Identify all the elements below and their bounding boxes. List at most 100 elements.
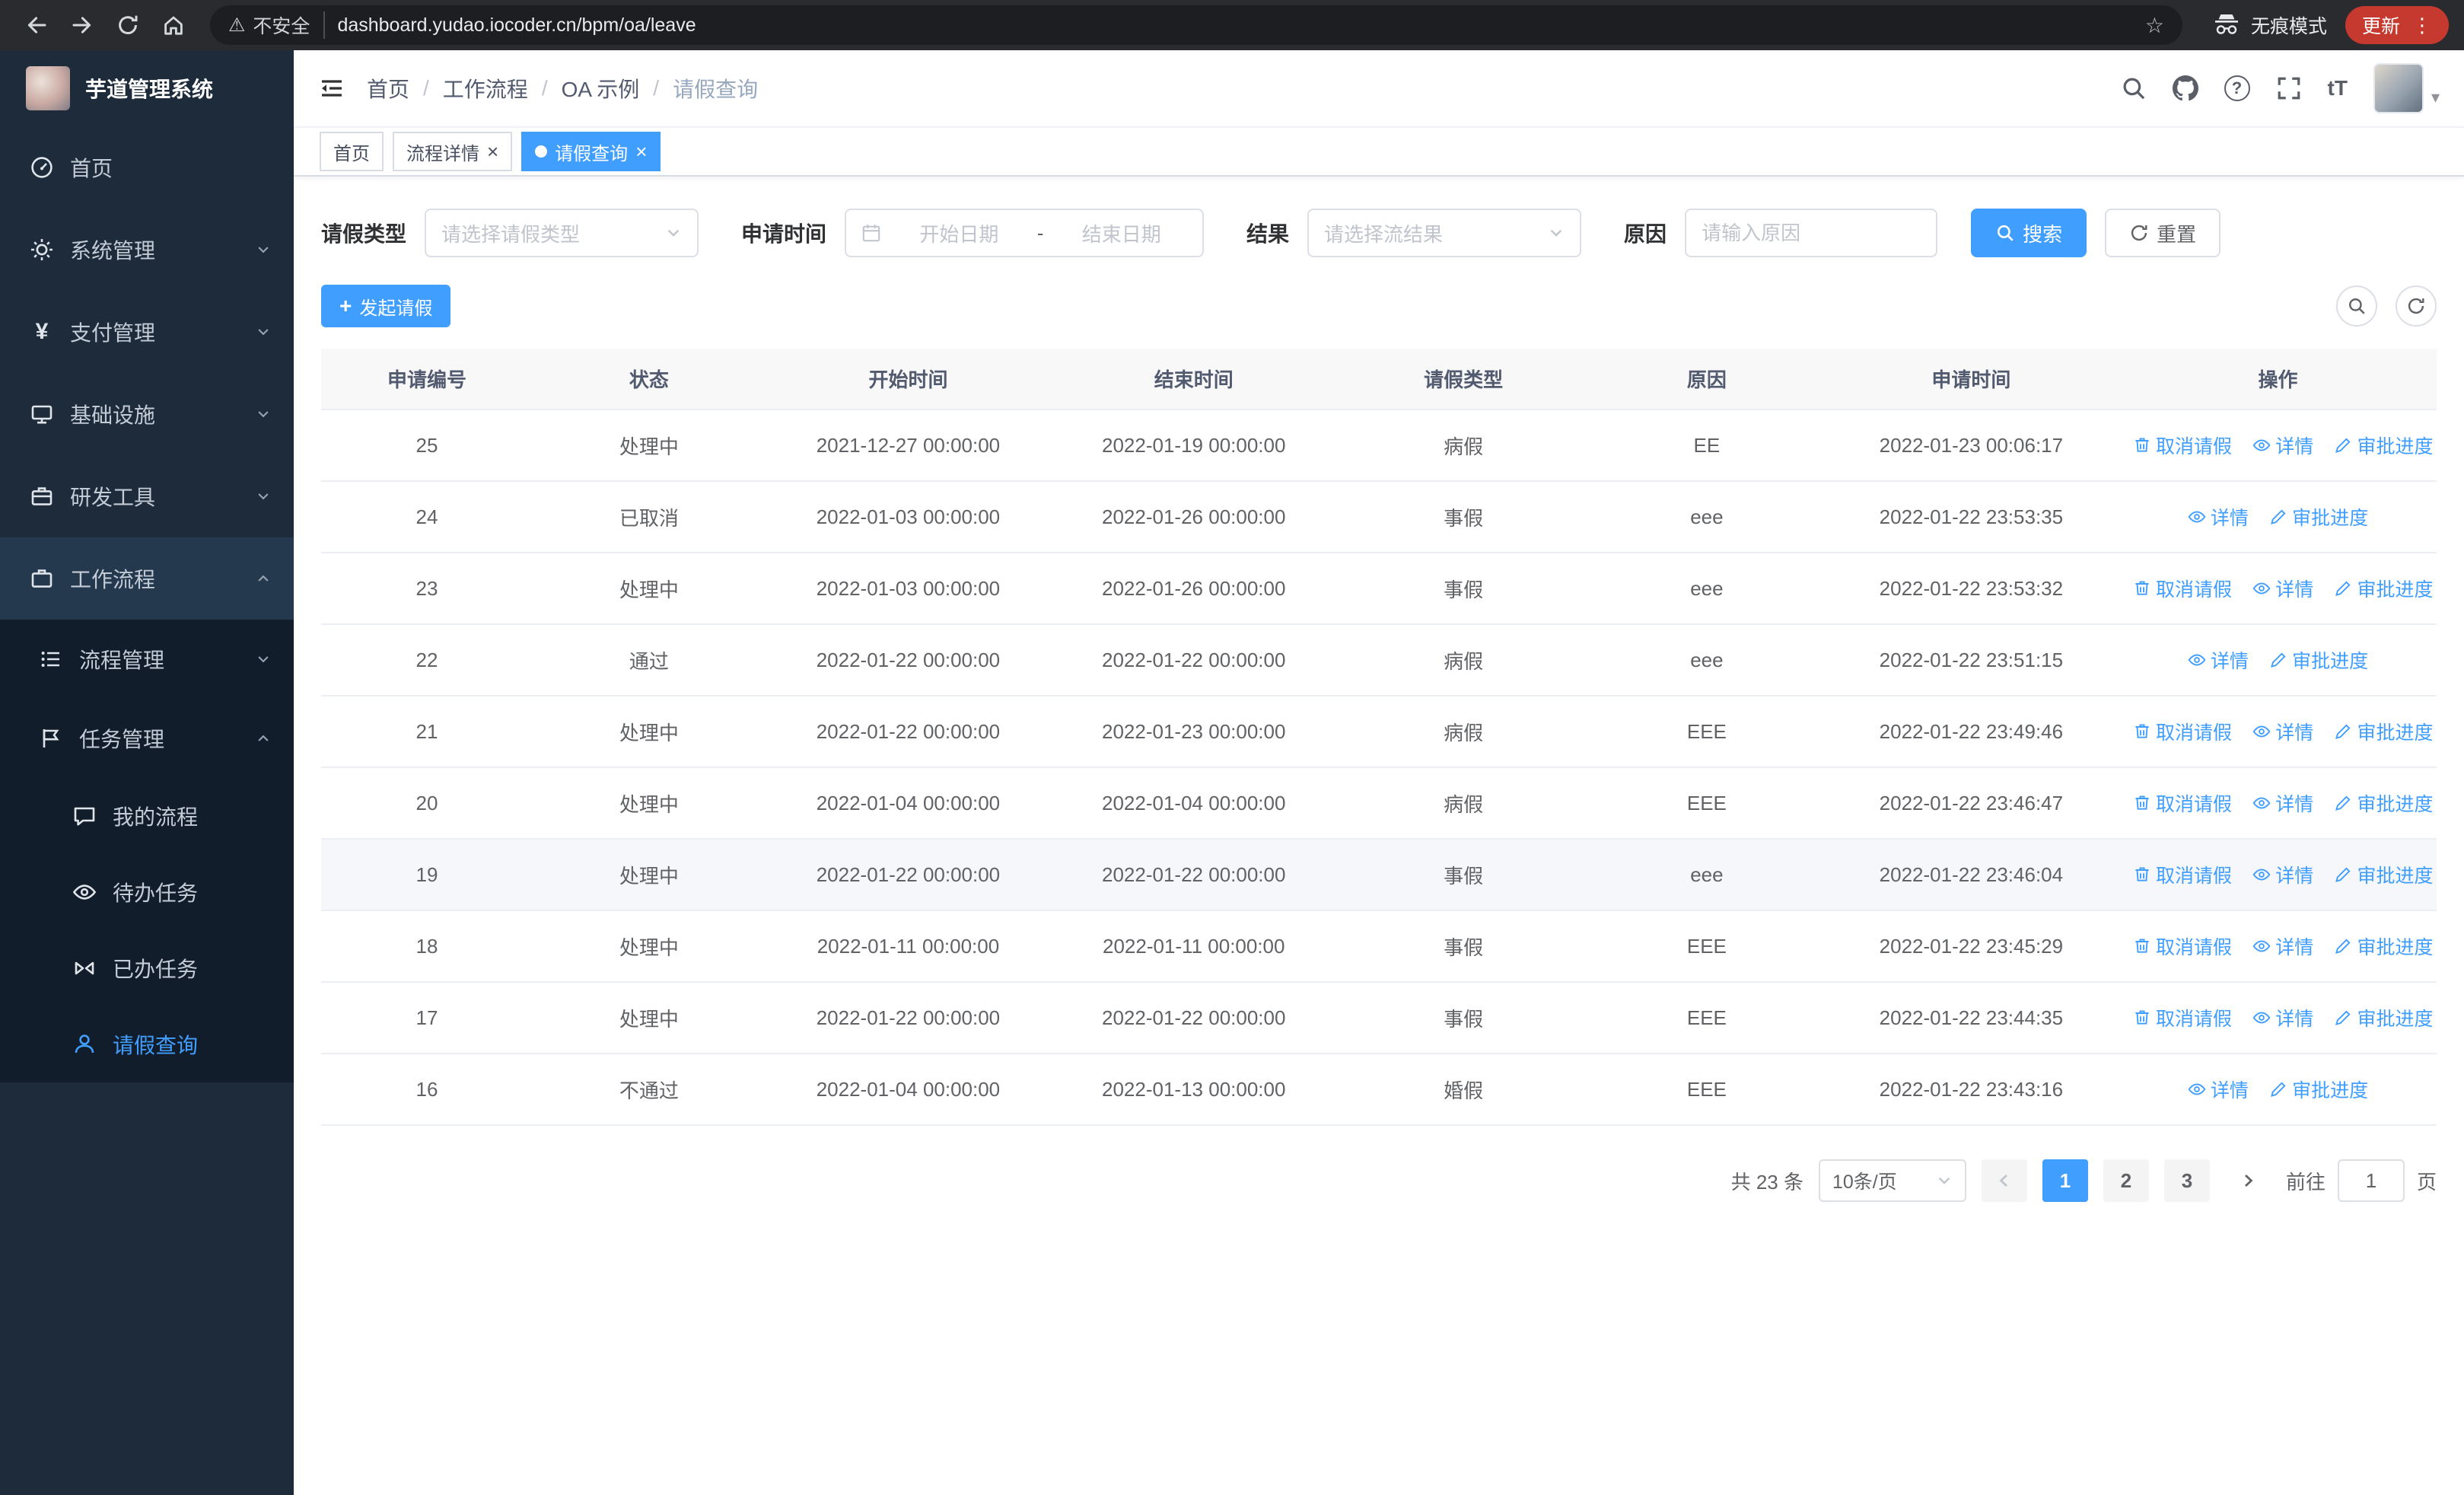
security-indicator[interactable]: ⚠ 不安全 — [228, 11, 326, 39]
cell-actions: 详情 审批进度 — [2119, 1054, 2437, 1126]
detail-link[interactable]: 详情 — [2252, 718, 2313, 745]
leave-type-select[interactable]: 请选择请假类型 — [425, 209, 699, 257]
sidebar-item-dev-tools[interactable]: 研发工具 — [0, 455, 294, 537]
toolbar-right-icons — [2336, 285, 2437, 327]
cancel-leave-link[interactable]: 取消请假 — [2133, 789, 2232, 817]
apply-time-label: 申请时间 — [741, 222, 827, 246]
sidebar-collapse-button[interactable] — [318, 75, 345, 102]
tab-process-detail[interactable]: 流程详情 × — [393, 132, 513, 171]
sidebar-item-my-process[interactable]: 我的流程 — [0, 778, 294, 854]
detail-link[interactable]: 详情 — [2252, 1004, 2313, 1031]
help-icon[interactable]: ? — [2224, 75, 2250, 101]
search-icon[interactable] — [2121, 75, 2147, 101]
trash-icon — [2135, 938, 2149, 953]
sidebar-item-system[interactable]: 系统管理 — [0, 209, 294, 291]
cell-leave-type: 事假 — [1336, 839, 1590, 911]
approval-progress-link[interactable]: 审批进度 — [2269, 646, 2368, 674]
cancel-leave-link[interactable]: 取消请假 — [2133, 1004, 2232, 1031]
breadcrumb-oa-example[interactable]: OA 示例 — [562, 73, 640, 104]
page-button-1[interactable]: 1 — [2042, 1159, 2088, 1202]
approval-progress-link[interactable]: 审批进度 — [2334, 1004, 2433, 1031]
goto-page-input[interactable] — [2337, 1159, 2405, 1202]
col-apply-id: 申请编号 — [321, 349, 533, 410]
breadcrumb-workflow[interactable]: 工作流程 — [443, 73, 528, 104]
tab-home[interactable]: 首页 — [320, 132, 384, 171]
sidebar-item-done-tasks[interactable]: 已办任务 — [0, 930, 294, 1006]
approval-progress-link[interactable]: 审批进度 — [2334, 932, 2433, 960]
user-avatar[interactable] — [2373, 63, 2424, 113]
cell-leave-type: 事假 — [1336, 481, 1590, 553]
browser-update-menu-button[interactable]: 更新 ⋮ — [2345, 6, 2449, 44]
tab-leave-query[interactable]: 请假查询 × — [521, 132, 661, 171]
browser-reload-button[interactable] — [107, 4, 149, 46]
app-frame: 芋道管理系统 首页 系统管理 ¥ 支付管理 基础设施 研发工具 工作流程 流程管… — [0, 50, 2464, 1495]
reason-input[interactable] — [1702, 221, 1921, 245]
detail-link[interactable]: 详情 — [2188, 1076, 2249, 1103]
pen-icon — [2335, 437, 2351, 453]
approval-progress-link[interactable]: 审批进度 — [2334, 861, 2433, 888]
cancel-leave-link[interactable]: 取消请假 — [2133, 718, 2232, 745]
prev-page-button — [1981, 1159, 2027, 1202]
toggle-search-button[interactable] — [2336, 285, 2377, 327]
approval-progress-link[interactable]: 审批进度 — [2334, 432, 2433, 459]
approval-progress-link[interactable]: 审批进度 — [2269, 503, 2368, 531]
cell-actions: 取消请假 详情 审批进度 — [2119, 982, 2437, 1054]
detail-link[interactable]: 详情 — [2252, 789, 2313, 817]
github-icon[interactable] — [2172, 75, 2198, 101]
font-size-icon[interactable]: tT — [2328, 76, 2348, 100]
page-button-3[interactable]: 3 — [2163, 1159, 2210, 1202]
cell-reason: EEE — [1590, 1054, 1823, 1126]
browser-home-button[interactable] — [152, 4, 195, 46]
cell-apply-time: 2022-01-22 23:46:47 — [1823, 767, 2119, 840]
reset-button[interactable]: 重置 — [2105, 209, 2221, 257]
detail-link[interactable]: 详情 — [2188, 646, 2249, 674]
cell-status: 处理中 — [533, 910, 766, 983]
cancel-leave-link[interactable]: 取消请假 — [2133, 861, 2232, 888]
bookmark-star-icon[interactable]: ☆ — [2145, 13, 2164, 38]
sidebar-item-leave-query[interactable]: 请假查询 — [0, 1006, 294, 1082]
pen-icon — [2335, 866, 2351, 882]
date-range-picker[interactable]: 开始日期 - 结束日期 — [845, 209, 1205, 257]
page-button-2[interactable]: 2 — [2103, 1159, 2149, 1202]
cancel-leave-link[interactable]: 取消请假 — [2133, 432, 2232, 459]
sidebar-item-home[interactable]: 首页 — [0, 126, 294, 209]
sidebar-item-todo-tasks[interactable]: 待办任务 — [0, 854, 294, 930]
page-size-select[interactable]: 10条/页 — [1818, 1159, 1966, 1202]
sidebar-item-process-management[interactable]: 流程管理 — [0, 620, 294, 699]
avatar-caret-icon[interactable]: ▾ — [2431, 88, 2440, 107]
fullscreen-icon[interactable] — [2276, 75, 2302, 101]
create-leave-button[interactable]: + 发起请假 — [321, 285, 451, 327]
breadcrumb-home[interactable]: 首页 — [367, 73, 409, 104]
sidebar-item-infrastructure[interactable]: 基础设施 — [0, 373, 294, 455]
browser-back-button[interactable] — [15, 4, 58, 46]
tab-close-icon[interactable]: × — [635, 142, 647, 161]
search-button[interactable]: 搜索 — [1971, 209, 2087, 257]
sidebar-item-payment[interactable]: ¥ 支付管理 — [0, 291, 294, 373]
approval-progress-link[interactable]: 审批进度 — [2334, 718, 2433, 745]
browser-forward-button[interactable] — [61, 4, 103, 46]
detail-link[interactable]: 详情 — [2252, 861, 2313, 888]
approval-progress-link[interactable]: 审批进度 — [2269, 1076, 2368, 1103]
chevron-down-icon — [256, 652, 271, 667]
col-end-time: 结束时间 — [1051, 349, 1337, 410]
chevron-down-icon — [1548, 225, 1565, 241]
cancel-leave-link[interactable]: 取消请假 — [2133, 932, 2232, 960]
tab-close-icon[interactable]: × — [487, 142, 498, 161]
detail-link[interactable]: 详情 — [2188, 503, 2249, 531]
detail-link[interactable]: 详情 — [2252, 932, 2313, 960]
result-select[interactable]: 请选择流结果 — [1307, 209, 1582, 257]
approval-progress-link[interactable]: 审批进度 — [2334, 575, 2433, 602]
address-bar[interactable]: ⚠ 不安全 dashboard.yudao.iocoder.cn/bpm/oa/l… — [210, 5, 2182, 45]
refresh-button[interactable] — [2396, 285, 2437, 327]
kebab-menu-icon[interactable]: ⋮ — [2412, 15, 2432, 35]
next-page-button[interactable] — [2225, 1159, 2271, 1202]
sidebar-item-task-management[interactable]: 任务管理 — [0, 699, 294, 778]
cell-status: 通过 — [533, 624, 766, 696]
detail-link[interactable]: 详情 — [2252, 432, 2313, 459]
sidebar-item-workflow[interactable]: 工作流程 — [0, 537, 294, 620]
cell-start-time: 2021-12-27 00:00:00 — [765, 410, 1052, 482]
approval-progress-link[interactable]: 审批进度 — [2334, 789, 2433, 817]
cell-apply-id: 19 — [321, 839, 533, 911]
detail-link[interactable]: 详情 — [2252, 575, 2313, 602]
cancel-leave-link[interactable]: 取消请假 — [2133, 575, 2232, 602]
